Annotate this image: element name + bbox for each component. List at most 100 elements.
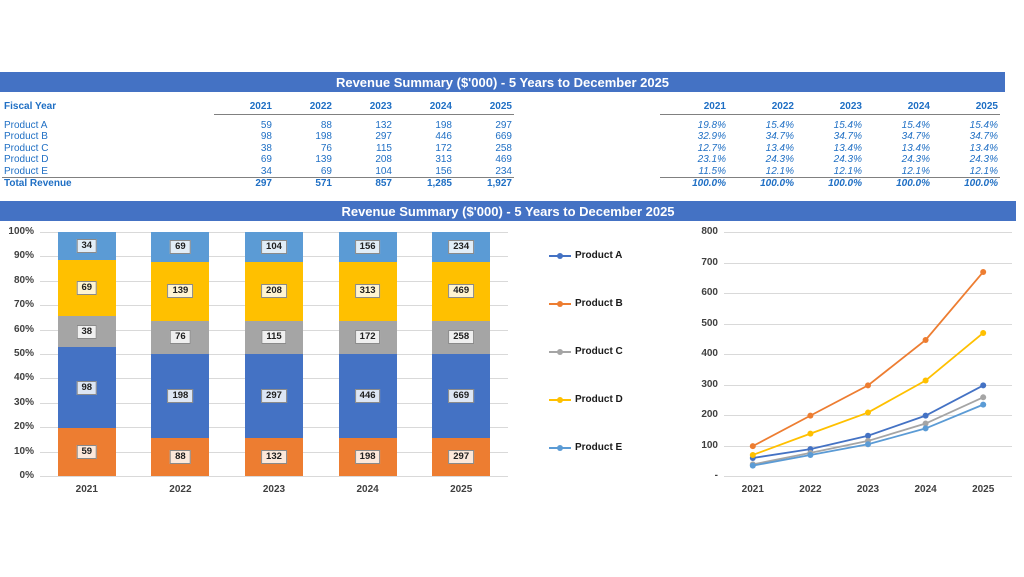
- line-data-point: [749, 451, 756, 458]
- bar-segment-label: 258: [448, 330, 475, 345]
- bar-segment-label: 115: [261, 330, 287, 345]
- cell-value: 669: [495, 131, 512, 142]
- revenue-percent-table: 2021 2022 2023 2024 2025 19.8% 15.4% 15.…: [660, 101, 1000, 190]
- year-header: 2021: [214, 101, 274, 115]
- table-row: 12.7% 13.4% 13.4% 13.4% 13.4%: [660, 143, 1000, 155]
- cell-percent: 15.4%: [765, 119, 794, 131]
- bar-segment-label: 59: [76, 444, 98, 459]
- report-title-banner-top: Revenue Summary ($'000) - 5 Years to Dec…: [0, 72, 1005, 92]
- cell-percent: 24.3%: [765, 154, 794, 165]
- cell-percent: 23.1%: [697, 154, 726, 165]
- y-axis-tick-label: 60%: [13, 323, 34, 335]
- bar-column: 198 446 172 313 156: [338, 232, 397, 476]
- total-value: 297: [214, 177, 274, 190]
- fiscal-year-header: Fiscal Year: [4, 101, 57, 113]
- y-axis-tick-label: 80%: [13, 274, 34, 286]
- cell-percent: 13.4%: [833, 142, 862, 154]
- total-label: Total Revenue: [2, 177, 214, 190]
- x-axis-tick-label: 2022: [799, 484, 822, 495]
- cell-value: 258: [495, 142, 512, 154]
- bar-segment-label: 156: [354, 240, 381, 254]
- total-value: 571: [274, 177, 334, 190]
- line-data-point: [980, 394, 987, 401]
- bar-segment-label: 69: [76, 281, 98, 296]
- cell-value: 98: [260, 131, 272, 142]
- line-series: [752, 271, 984, 447]
- bar-segment-label: 34: [76, 239, 98, 254]
- line-data-point: [865, 441, 871, 448]
- bar-column: 297 669 258 469 234: [432, 232, 491, 476]
- row-label: Product D: [4, 154, 49, 165]
- line-data-point: [922, 412, 929, 419]
- y-axis-tick-label: 40%: [13, 372, 34, 384]
- cell-percent: 34.7%: [901, 131, 930, 142]
- line-series: [752, 396, 984, 466]
- bar-segment-label: 172: [354, 330, 381, 345]
- cell-value: 446: [435, 131, 452, 142]
- bar-segment-label: 198: [167, 389, 194, 404]
- cell-percent: 34.7%: [765, 131, 794, 142]
- total-value: 1,927: [454, 177, 514, 190]
- cell-percent: 12.7%: [697, 142, 726, 154]
- cell-percent: 13.4%: [969, 142, 998, 154]
- cell-percent: 12.1%: [969, 165, 998, 177]
- bar-segment-label: 198: [354, 450, 381, 465]
- bar-segment-label: 139: [167, 284, 194, 299]
- cell-value: 132: [375, 119, 392, 131]
- cell-percent: 12.1%: [765, 165, 794, 177]
- row-label: Product E: [4, 165, 48, 177]
- bar-segment-label: 132: [261, 450, 287, 465]
- cell-value: 172: [435, 142, 452, 154]
- cell-percent: 24.3%: [901, 154, 930, 165]
- cell-percent: 15.4%: [901, 119, 930, 131]
- cell-percent: 15.4%: [969, 119, 998, 131]
- table-row: 23.1% 24.3% 24.3% 24.3% 24.3%: [660, 154, 1000, 166]
- bar-segment-label: 88: [170, 450, 191, 465]
- cell-value: 297: [495, 119, 512, 131]
- cell-percent: 24.3%: [969, 154, 998, 165]
- x-axis-tick-label: 2021: [75, 484, 98, 495]
- row-label: Product A: [4, 119, 48, 131]
- total-value: 1,285: [394, 177, 454, 190]
- cell-value: 198: [435, 119, 452, 131]
- cell-percent: 19.8%: [697, 119, 726, 131]
- line-data-point: [980, 268, 987, 275]
- line-series-group: [749, 268, 987, 469]
- cell-value: 69: [320, 165, 332, 177]
- y-axis-tick-label: 90%: [13, 250, 34, 262]
- bar-column: 132 297 115 208 104: [244, 232, 303, 476]
- x-axis-tick-label: 2024: [356, 484, 379, 495]
- bar-column: 59 98 38 69 34: [57, 232, 116, 476]
- total-percent: 100.0%: [728, 177, 796, 190]
- row-label: Product C: [4, 142, 49, 154]
- line-data-point: [922, 377, 929, 384]
- x-axis-tick-label: 2025: [972, 484, 995, 495]
- bar-segment-label: 234: [448, 240, 475, 254]
- bar-segment-label: 69: [170, 240, 191, 254]
- cell-value: 88: [320, 119, 332, 131]
- table-header-row: 2021 2022 2023 2024 2025: [660, 101, 1000, 115]
- cell-value: 115: [376, 142, 392, 154]
- x-axis-tick-label: 2022: [169, 484, 192, 495]
- year-header: 2023: [796, 101, 864, 115]
- line-data-point: [865, 382, 871, 389]
- year-header: 2022: [728, 101, 796, 115]
- y-axis-tick-label: 20%: [13, 421, 34, 433]
- y-axis-tick-label: 70%: [13, 299, 34, 311]
- table-row: Product A 59 88 132 198 297: [2, 120, 514, 132]
- y-axis-tick-label: 0%: [19, 470, 34, 481]
- cell-value: 198: [315, 131, 332, 142]
- total-value: 857: [334, 177, 394, 190]
- x-axis-tick-label: 2021: [741, 484, 764, 495]
- line-data-point: [980, 329, 987, 336]
- table-row: Product C 38 76 115 172 258: [2, 143, 514, 155]
- bar-segment-label: 297: [261, 389, 287, 404]
- y-axis-tick-label: 10%: [13, 445, 34, 457]
- cell-value: 313: [435, 154, 452, 165]
- line-data-point: [922, 425, 929, 432]
- stacked-bar-chart: 0% 10% 20% 30% 40% 50% 60% 70% 80% 90% 100% 59 98 38 6…: [0, 226, 518, 506]
- table-row: Product E 34 69 104 156 234: [2, 166, 514, 178]
- x-axis-tick-label: 2023: [856, 484, 880, 495]
- row-label: Product B: [4, 131, 48, 142]
- cell-value: 104: [375, 165, 392, 177]
